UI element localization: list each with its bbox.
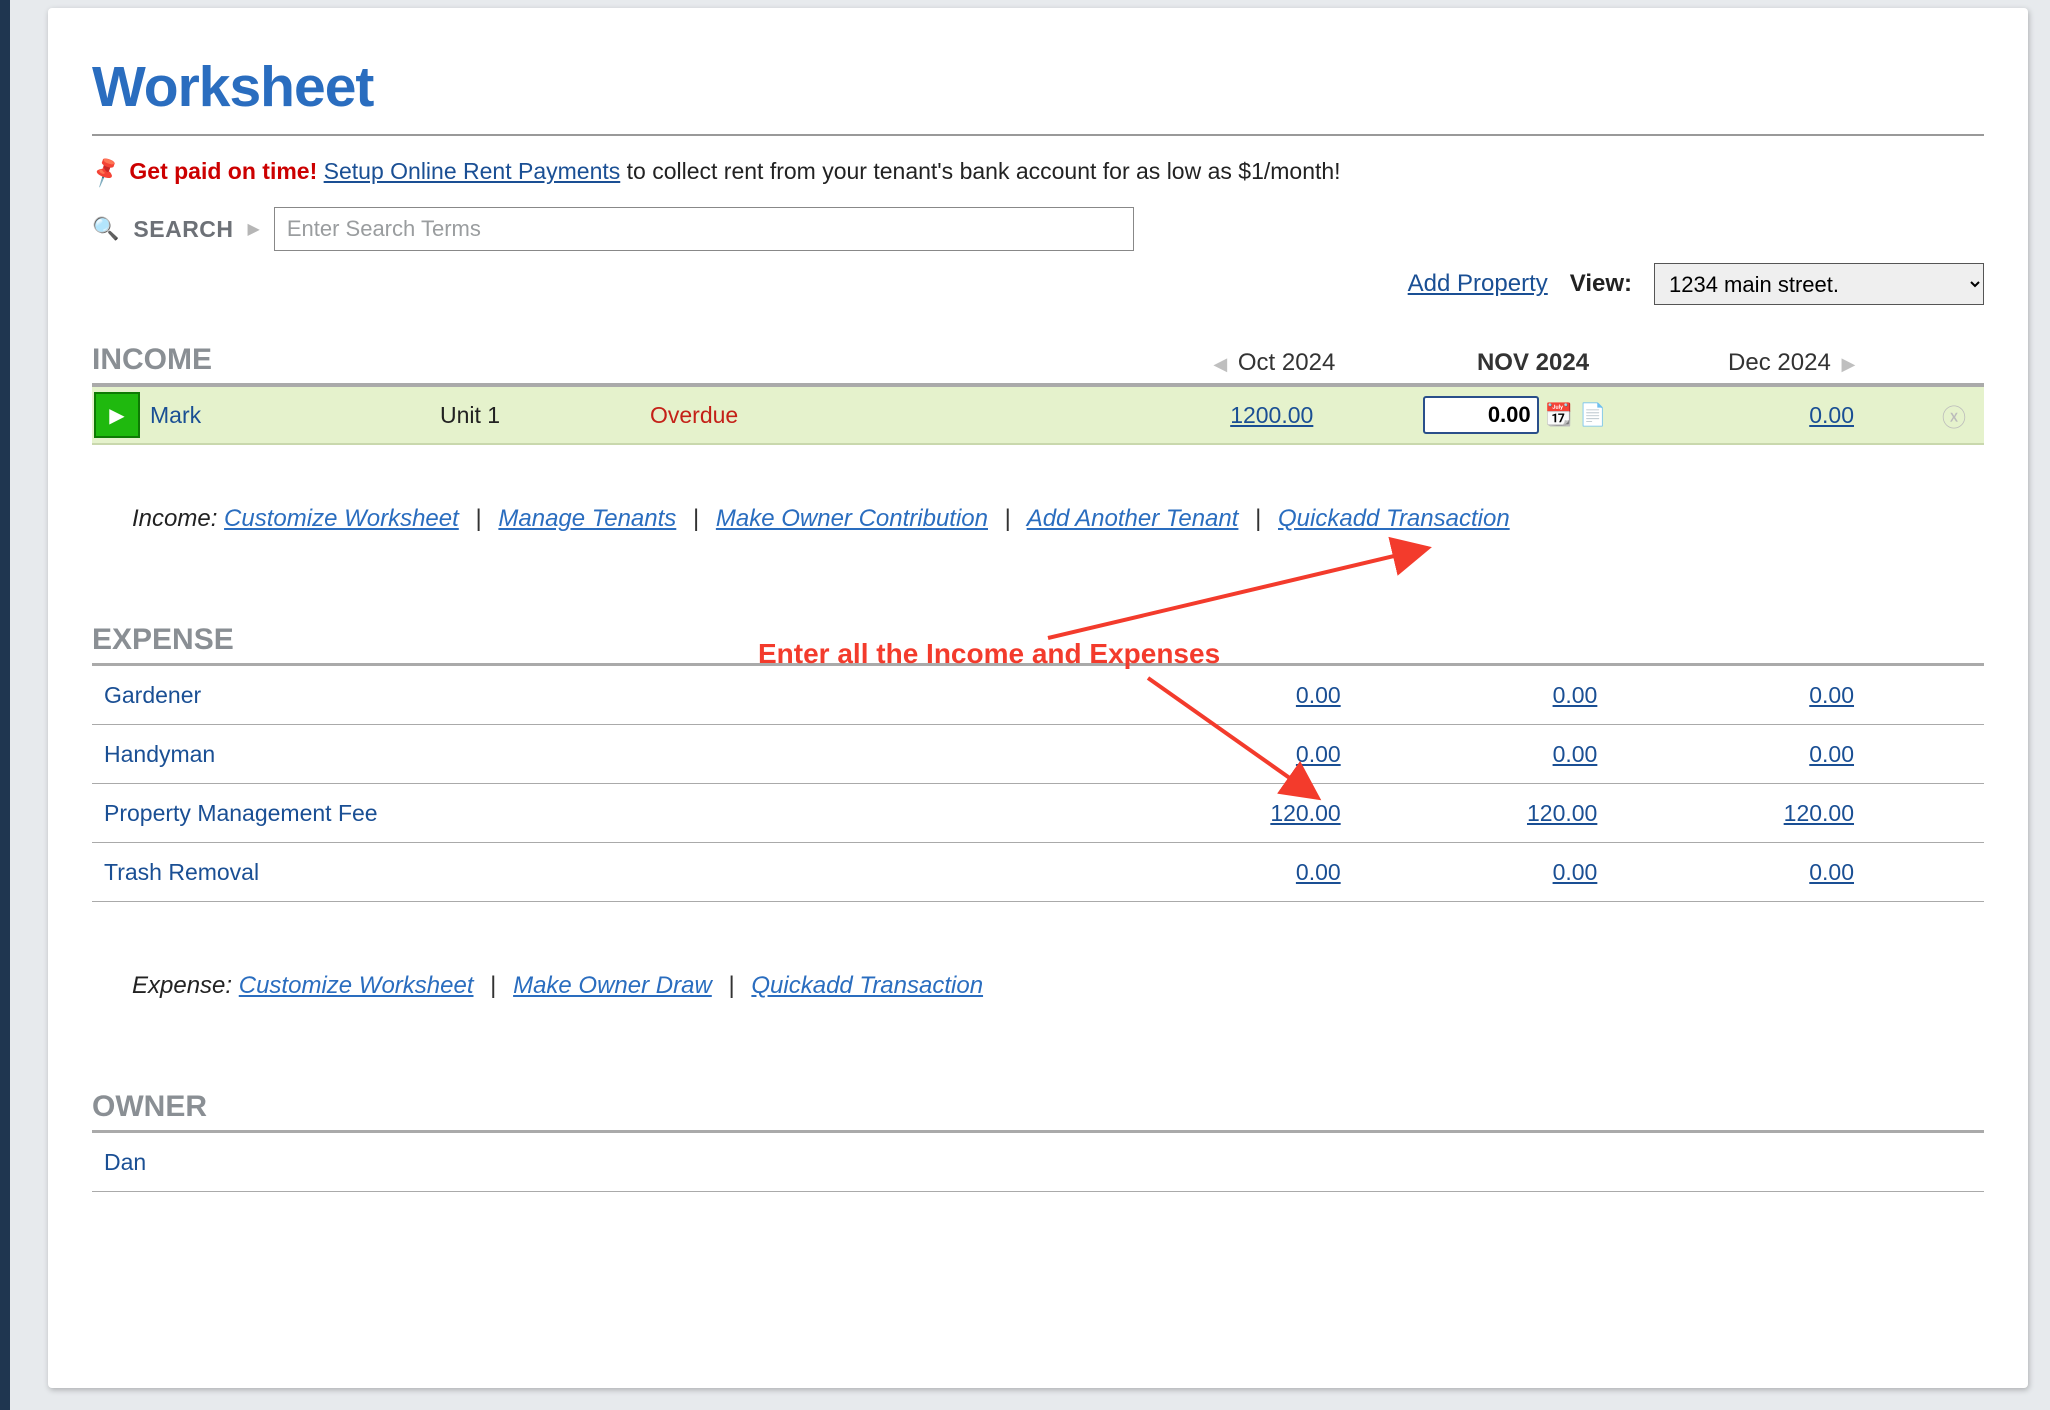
add-property-link[interactable]: Add Property <box>1408 270 1548 298</box>
income-customize-link[interactable]: Customize Worksheet <box>224 505 459 532</box>
page-title: Worksheet <box>92 54 1984 120</box>
income-header: INCOME ◀ Oct 2024 NOV 2024 Dec 2024 ▶ <box>92 343 1984 387</box>
expense-row: Trash Removal 0.00 0.00 0.00 <box>92 843 1984 902</box>
expense-table: Gardener 0.00 0.00 0.00 Handyman 0.00 0.00 0.00… <box>92 666 1984 902</box>
promo-banner: 📌 Get paid on time! Setup Online Rent Pa… <box>92 158 1984 185</box>
worksheet-card: Worksheet 📌 Get paid on time! Setup Onli… <box>48 8 2028 1388</box>
income-prev-cell: 1200.00 <box>1090 402 1383 429</box>
top-tools: Add Property View: 1234 main street. <box>92 263 1984 305</box>
calendar-edit-icon[interactable]: 📆 <box>1545 401 1573 429</box>
month-next-label: Dec 2024 <box>1728 349 1831 376</box>
income-current-input[interactable] <box>1423 396 1539 434</box>
owner-name[interactable]: Dan <box>104 1149 146 1176</box>
month-prev-label: Oct 2024 <box>1238 349 1335 376</box>
search-input[interactable] <box>274 207 1134 251</box>
add-tenant-link[interactable]: Add Another Tenant <box>1027 505 1239 532</box>
expense-next-value[interactable]: 120.00 <box>1784 800 1854 826</box>
expense-current-value[interactable]: 120.00 <box>1527 800 1597 826</box>
expense-prev-value[interactable]: 0.00 <box>1296 859 1341 885</box>
income-prev-value[interactable]: 1200.00 <box>1230 402 1313 428</box>
owner-draw-link[interactable]: Make Owner Draw <box>513 972 712 999</box>
income-current-cell: 📆 📄 <box>1383 396 1630 434</box>
expense-next-value[interactable]: 0.00 <box>1809 682 1854 708</box>
expense-customize-link[interactable]: Customize Worksheet <box>239 972 474 999</box>
income-actions-label: Income: <box>132 505 217 532</box>
chevron-right-icon[interactable]: ▶ <box>1837 354 1859 374</box>
expense-name[interactable]: Trash Removal <box>92 859 1154 886</box>
owner-header: OWNER <box>92 1090 1984 1133</box>
expense-current-value[interactable]: 0.00 <box>1553 741 1598 767</box>
tenant-status: Overdue <box>650 402 1090 429</box>
row-delete-icon[interactable]: ⓧ <box>1924 398 1984 433</box>
owner-row: Dan <box>92 1133 1984 1192</box>
expense-prev-value[interactable]: 120.00 <box>1270 800 1340 826</box>
search-label: SEARCH <box>133 216 233 243</box>
expense-current-value[interactable]: 0.00 <box>1553 859 1598 885</box>
manage-tenants-link[interactable]: Manage Tenants <box>498 505 676 532</box>
expense-row: Handyman 0.00 0.00 0.00 <box>92 725 1984 784</box>
left-nav-stripe <box>0 0 10 1410</box>
title-divider <box>92 134 1984 136</box>
promo-lead: Get paid on time! <box>129 158 317 184</box>
income-quickadd-link[interactable]: Quickadd Transaction <box>1278 505 1510 532</box>
expense-row: Gardener 0.00 0.00 0.00 <box>92 666 1984 725</box>
month-next-col: Dec 2024 ▶ <box>1663 349 1924 377</box>
expense-next-value[interactable]: 0.00 <box>1809 741 1854 767</box>
expense-quickadd-link[interactable]: Quickadd Transaction <box>751 972 983 999</box>
expense-name[interactable]: Property Management Fee <box>92 800 1154 827</box>
expense-prev-value[interactable]: 0.00 <box>1296 741 1341 767</box>
income-next-value[interactable]: 0.00 <box>1809 402 1854 428</box>
owner-contribution-link[interactable]: Make Owner Contribution <box>716 505 988 532</box>
expense-name[interactable]: Handyman <box>92 741 1154 768</box>
expense-actions: Expense: Customize Worksheet | Make Owne… <box>132 972 1984 1000</box>
chevron-left-icon[interactable]: ◀ <box>1209 354 1231 374</box>
expense-current-value[interactable]: 0.00 <box>1553 682 1598 708</box>
search-row: 🔍 SEARCH ▶ <box>92 207 1984 251</box>
expense-prev-value[interactable]: 0.00 <box>1296 682 1341 708</box>
expense-name[interactable]: Gardener <box>92 682 1154 709</box>
expense-actions-label: Expense: <box>132 972 232 999</box>
expense-heading: EXPENSE <box>92 623 1984 657</box>
month-current-label: NOV 2024 <box>1403 349 1664 377</box>
expand-row-button[interactable]: ▶ <box>94 392 140 438</box>
view-select[interactable]: 1234 main street. <box>1654 263 1984 305</box>
expense-next-value[interactable]: 0.00 <box>1809 859 1854 885</box>
view-label: View: <box>1570 270 1632 298</box>
chevron-right-icon: ▶ <box>248 219 260 239</box>
note-icon[interactable]: 📄 <box>1579 401 1607 429</box>
promo-link[interactable]: Setup Online Rent Payments <box>324 158 621 184</box>
expense-row: Property Management Fee 120.00 120.00 120.0… <box>92 784 1984 843</box>
month-prev-col: ◀ Oct 2024 <box>1142 349 1403 377</box>
owner-heading: OWNER <box>92 1090 1984 1124</box>
tenant-unit: Unit 1 <box>440 402 650 429</box>
expense-header: EXPENSE <box>92 623 1984 666</box>
tenant-name[interactable]: Mark <box>150 402 440 429</box>
search-icon: 🔍 <box>92 216 119 242</box>
income-actions: Income: Customize Worksheet | Manage Ten… <box>132 505 1984 533</box>
promo-tail: to collect rent from your tenant's bank … <box>620 158 1340 184</box>
income-row: ▶ Mark Unit 1 Overdue 1200.00 📆 📄 0.00 ⓧ <box>92 387 1984 445</box>
pushpin-icon: 📌 <box>88 154 124 189</box>
income-heading: INCOME <box>92 343 1142 377</box>
income-next-cell: 0.00 <box>1631 402 1924 429</box>
